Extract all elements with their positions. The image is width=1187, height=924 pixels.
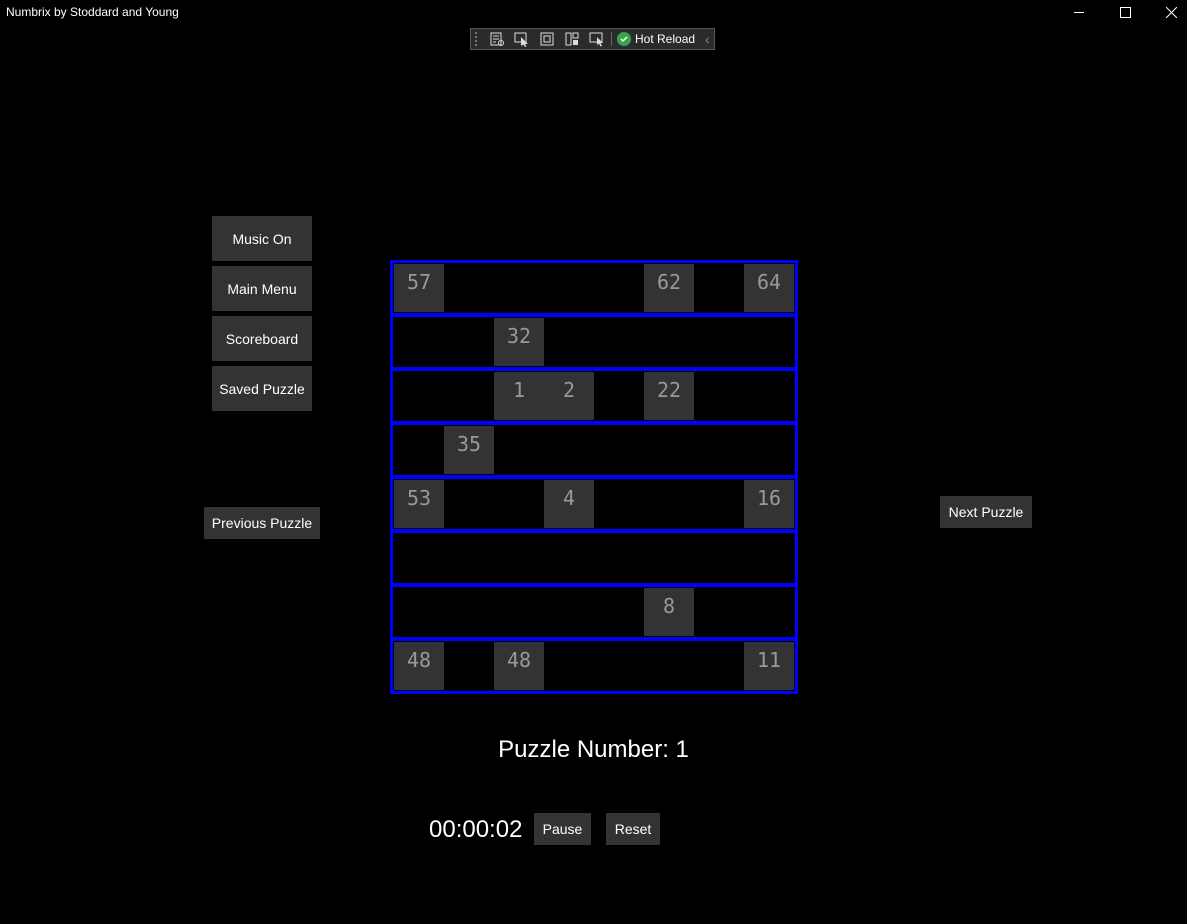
empty-cell[interactable] bbox=[594, 588, 644, 636]
empty-cell[interactable] bbox=[744, 588, 794, 636]
empty-cell[interactable] bbox=[394, 426, 444, 474]
empty-cell[interactable] bbox=[494, 264, 544, 312]
maximize-icon[interactable] bbox=[1102, 0, 1148, 24]
puzzle-number-label: Puzzle Number: 1 bbox=[498, 736, 689, 763]
empty-cell[interactable] bbox=[644, 642, 694, 690]
empty-cell[interactable] bbox=[694, 318, 744, 366]
given-number-cell[interactable]: 48 bbox=[494, 642, 544, 690]
empty-cell[interactable] bbox=[494, 426, 544, 474]
empty-cell[interactable] bbox=[694, 264, 744, 312]
given-number-cell[interactable]: 53 bbox=[394, 480, 444, 528]
live-visual-tree-icon[interactable] bbox=[486, 30, 508, 48]
empty-cell[interactable] bbox=[594, 372, 644, 420]
empty-cell[interactable] bbox=[444, 480, 494, 528]
given-number-cell[interactable]: 1 bbox=[494, 372, 544, 420]
empty-cell[interactable] bbox=[544, 264, 594, 312]
empty-cell[interactable] bbox=[544, 426, 594, 474]
preview-selection-icon[interactable] bbox=[586, 30, 608, 48]
empty-cell[interactable] bbox=[644, 318, 694, 366]
empty-cell[interactable] bbox=[594, 480, 644, 528]
empty-cell[interactable] bbox=[494, 588, 544, 636]
given-number-cell[interactable]: 11 bbox=[744, 642, 794, 690]
grid-row: 35 bbox=[390, 422, 798, 478]
empty-cell[interactable] bbox=[394, 588, 444, 636]
track-focus-icon[interactable] bbox=[561, 30, 583, 48]
given-number-cell[interactable]: 62 bbox=[644, 264, 694, 312]
saved-puzzle-button[interactable]: Saved Puzzle bbox=[212, 366, 312, 411]
grid-row: 32 bbox=[390, 314, 798, 370]
empty-cell[interactable] bbox=[694, 534, 744, 582]
empty-cell[interactable] bbox=[594, 534, 644, 582]
given-number-cell[interactable]: 64 bbox=[744, 264, 794, 312]
toolbar-separator bbox=[611, 32, 612, 46]
empty-cell[interactable] bbox=[544, 318, 594, 366]
empty-cell[interactable] bbox=[694, 426, 744, 474]
close-icon[interactable] bbox=[1148, 0, 1187, 24]
empty-cell[interactable] bbox=[644, 480, 694, 528]
grid-row: 57 62 64 bbox=[390, 260, 798, 316]
empty-cell[interactable] bbox=[594, 318, 644, 366]
select-element-icon[interactable] bbox=[511, 30, 533, 48]
window-title: Numbrix by Stoddard and Young bbox=[6, 5, 179, 19]
empty-cell[interactable] bbox=[494, 534, 544, 582]
empty-cell[interactable] bbox=[694, 372, 744, 420]
title-bar: Numbrix by Stoddard and Young bbox=[0, 0, 1187, 24]
scoreboard-button[interactable]: Scoreboard bbox=[212, 316, 312, 361]
empty-cell[interactable] bbox=[394, 318, 444, 366]
reset-button[interactable]: Reset bbox=[606, 813, 660, 845]
given-number-cell[interactable]: 35 bbox=[444, 426, 494, 474]
chevron-left-icon[interactable]: ‹ bbox=[705, 31, 710, 47]
grid-row bbox=[390, 530, 798, 586]
empty-cell[interactable] bbox=[694, 642, 744, 690]
grid-row: 8 bbox=[390, 584, 798, 640]
empty-cell[interactable] bbox=[444, 534, 494, 582]
empty-cell[interactable] bbox=[544, 588, 594, 636]
empty-cell[interactable] bbox=[394, 534, 444, 582]
main-menu-button[interactable]: Main Menu bbox=[212, 266, 312, 311]
toolbar-grip-icon[interactable] bbox=[475, 32, 483, 46]
hot-reload-toolbar: Hot Reload ‹ bbox=[470, 28, 715, 50]
empty-cell[interactable] bbox=[594, 642, 644, 690]
pause-button[interactable]: Pause bbox=[534, 813, 591, 845]
empty-cell[interactable] bbox=[394, 372, 444, 420]
empty-cell[interactable] bbox=[544, 534, 594, 582]
empty-cell[interactable] bbox=[444, 642, 494, 690]
given-number-cell[interactable]: 57 bbox=[394, 264, 444, 312]
puzzle-grid: 57 62 64 32 1 2 22 35 53 4 16 8 48 48 11 bbox=[390, 260, 798, 696]
empty-cell[interactable] bbox=[744, 318, 794, 366]
given-number-cell[interactable]: 16 bbox=[744, 480, 794, 528]
empty-cell[interactable] bbox=[744, 534, 794, 582]
music-toggle-button[interactable]: Music On bbox=[212, 216, 312, 261]
grid-row: 1 2 22 bbox=[390, 368, 798, 424]
given-number-cell[interactable]: 4 bbox=[544, 480, 594, 528]
given-number-cell[interactable]: 48 bbox=[394, 642, 444, 690]
given-number-cell[interactable]: 32 bbox=[494, 318, 544, 366]
empty-cell[interactable] bbox=[494, 480, 544, 528]
grid-row: 53 4 16 bbox=[390, 476, 798, 532]
given-number-cell[interactable]: 2 bbox=[544, 372, 594, 420]
empty-cell[interactable] bbox=[444, 372, 494, 420]
given-number-cell[interactable]: 22 bbox=[644, 372, 694, 420]
empty-cell[interactable] bbox=[594, 426, 644, 474]
hot-reload-label[interactable]: Hot Reload bbox=[635, 32, 695, 46]
hot-reload-status-icon bbox=[617, 32, 631, 46]
empty-cell[interactable] bbox=[444, 264, 494, 312]
empty-cell[interactable] bbox=[594, 264, 644, 312]
previous-puzzle-button[interactable]: Previous Puzzle bbox=[204, 507, 320, 539]
empty-cell[interactable] bbox=[694, 480, 744, 528]
minimize-icon[interactable] bbox=[1056, 0, 1102, 24]
display-layout-adorners-icon[interactable] bbox=[536, 30, 558, 48]
next-puzzle-button[interactable]: Next Puzzle bbox=[940, 496, 1032, 528]
empty-cell[interactable] bbox=[644, 534, 694, 582]
empty-cell[interactable] bbox=[444, 588, 494, 636]
grid-row: 48 48 11 bbox=[390, 638, 798, 694]
empty-cell[interactable] bbox=[694, 588, 744, 636]
empty-cell[interactable] bbox=[744, 372, 794, 420]
empty-cell[interactable] bbox=[544, 642, 594, 690]
timer-display: 00:00:02 bbox=[429, 816, 523, 843]
empty-cell[interactable] bbox=[744, 426, 794, 474]
empty-cell[interactable] bbox=[644, 426, 694, 474]
given-number-cell[interactable]: 8 bbox=[644, 588, 694, 636]
empty-cell[interactable] bbox=[444, 318, 494, 366]
